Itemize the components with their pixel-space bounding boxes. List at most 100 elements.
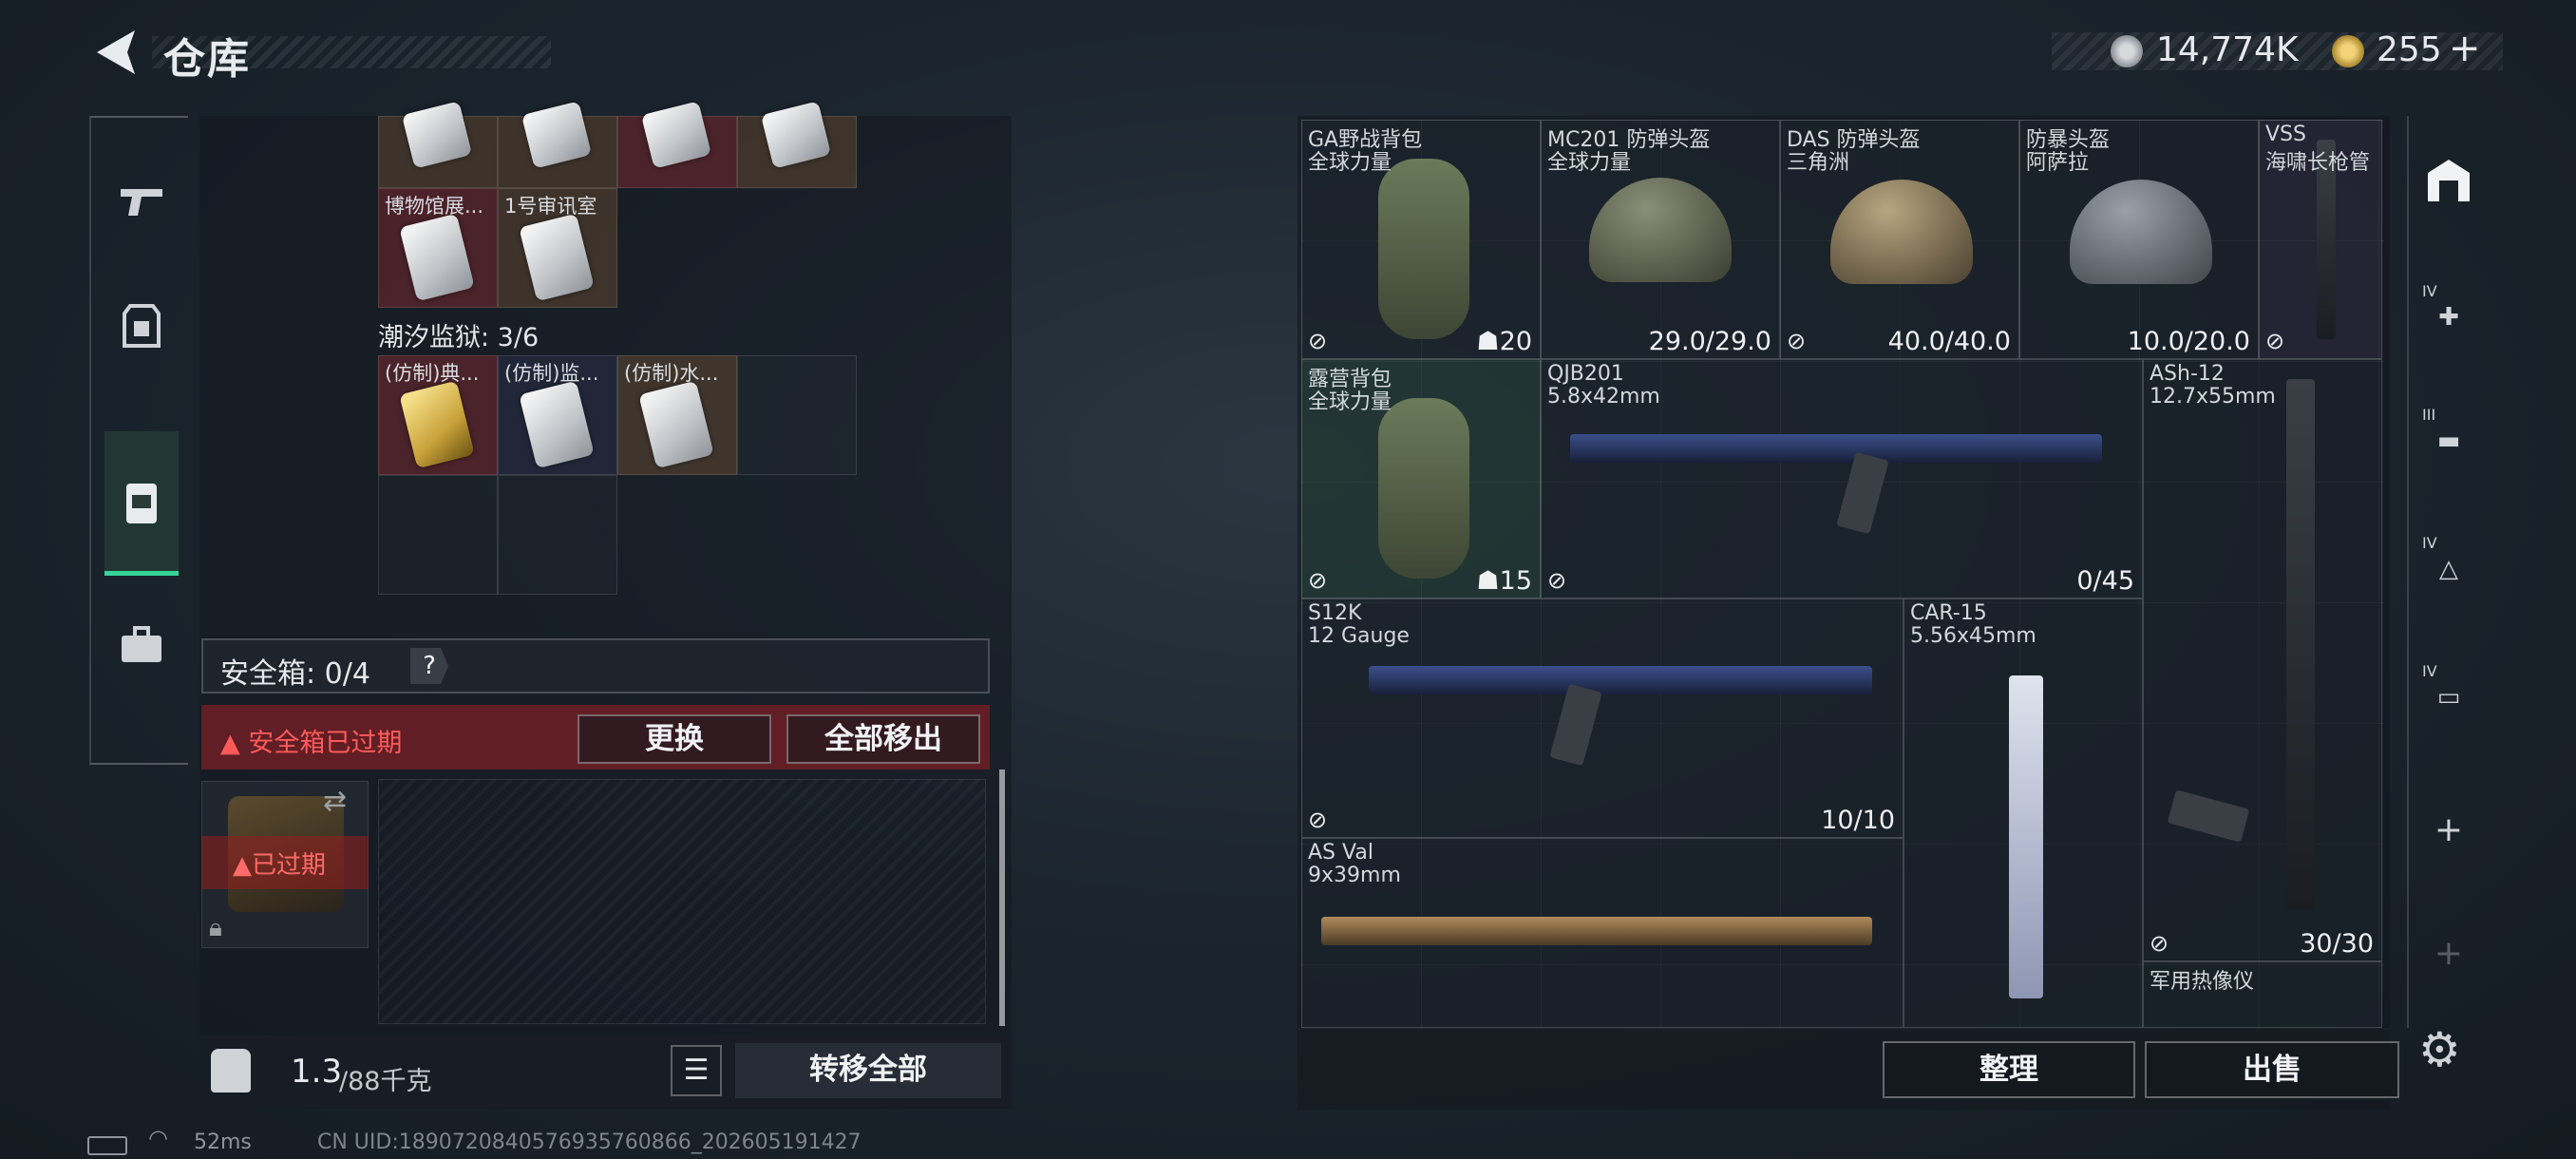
inventory-slot[interactable] xyxy=(737,101,857,188)
no-sell-icon: ⊘ xyxy=(2150,930,2169,957)
item-sub: 12 Gauge xyxy=(1308,624,1410,648)
item-name: QJB201 xyxy=(1547,362,1624,386)
inventory-slot[interactable]: 博物馆展... xyxy=(378,188,498,308)
item-sub: 5.56x45mm xyxy=(1910,624,2036,648)
rifle-icon xyxy=(1321,917,1872,945)
case-tab[interactable] xyxy=(104,608,179,682)
item-sub: 全球力量 xyxy=(1547,151,1632,175)
rifle-icon xyxy=(2009,675,2043,998)
stash-item-s12k[interactable]: S12K 12 Gauge ⊘ 10/10 xyxy=(1301,598,1904,838)
warning-text: 安全箱已过期 xyxy=(248,729,403,758)
tab-tier-medkit[interactable]: IV ✚ xyxy=(2418,283,2479,348)
plus-icon: + xyxy=(2434,810,2464,849)
item-sub: 阿萨拉 xyxy=(2026,151,2090,175)
helmet-icon xyxy=(1830,180,1973,284)
slot-label: (仿制)监... xyxy=(504,362,599,385)
inventory-slot[interactable] xyxy=(617,101,737,188)
helmet-icon xyxy=(1589,178,1732,282)
sort-button[interactable]: 整理 xyxy=(1883,1041,2135,1098)
stash-item-riot-helmet[interactable]: 防暴头盔 阿萨拉 10.0/20.0 xyxy=(2019,120,2259,359)
capacity-value: 20 xyxy=(1499,327,1532,356)
safebox-grid[interactable] xyxy=(378,779,986,1024)
replace-button[interactable]: 更换 xyxy=(578,714,771,764)
scrollbar[interactable] xyxy=(999,770,1005,1026)
add-tab-button[interactable]: + xyxy=(2418,800,2479,861)
rifle-icon xyxy=(1570,434,2102,463)
stash-item-das-helmet[interactable]: ⊘ DAS 防弹头盔 三角洲 40.0/40.0 xyxy=(1780,120,2019,359)
inventory-slot[interactable]: (仿制)典... xyxy=(378,355,498,475)
battery-icon xyxy=(87,1136,127,1155)
lock-icon: 🔒︎ xyxy=(209,914,222,942)
item-capacity: ☗15 xyxy=(1476,566,1532,596)
rifle-icon xyxy=(2286,379,2315,911)
stash-item-ga-backpack[interactable]: GA野战背包 全球力量 ⊘ ☗20 xyxy=(1301,120,1541,359)
no-sell-icon: ⊘ xyxy=(1308,567,1328,594)
empty-slot[interactable] xyxy=(498,475,617,595)
transfer-all-button[interactable]: 转移全部 xyxy=(735,1043,1001,1098)
item-ammo: 30/30 xyxy=(2300,929,2374,959)
stash-item-ash12[interactable]: ASh-12 12.7x55mm ⊘ 30/30 xyxy=(2143,359,2382,961)
no-sell-icon: ⊘ xyxy=(1787,328,1807,354)
weapon-tab[interactable] xyxy=(104,165,179,239)
slot-label: 1号审讯室 xyxy=(504,195,597,218)
tab-tier-rifle[interactable]: III ▬ xyxy=(2418,407,2479,471)
backpack-icon xyxy=(1378,159,1469,339)
stash-item-qjb201[interactable]: QJB201 5.8x42mm ⊘ 0/45 xyxy=(1541,359,2143,598)
safe-house-tab[interactable] xyxy=(2418,154,2479,215)
swap-icon[interactable]: ⇄ xyxy=(323,785,347,818)
inventory-slot[interactable]: (仿制)水... xyxy=(617,355,737,475)
inventory-slot[interactable]: 1号审讯室 xyxy=(498,188,617,308)
weight-value: 1.3 xyxy=(291,1053,343,1091)
coin-amount: 255 xyxy=(2377,30,2442,69)
sell-button[interactable]: 出售 xyxy=(2145,1041,2399,1098)
back-arrow-icon[interactable] xyxy=(85,25,142,80)
item-name: 军用热像仪 xyxy=(2150,970,2255,994)
empty-slot[interactable] xyxy=(378,475,498,595)
inventory-slot[interactable] xyxy=(498,101,617,188)
gear-icon[interactable]: ⚙ xyxy=(2418,1022,2461,1077)
stash-item-as-val[interactable]: AS Val 9x39mm xyxy=(1301,838,1904,1028)
stash-item-thermal-scope[interactable]: 军用热像仪 xyxy=(2143,961,2382,1028)
inventory-slot[interactable]: (仿制)监... xyxy=(498,355,617,475)
stash-item-mc201-helmet[interactable]: MC201 防弹头盔 全球力量 29.0/29.0 xyxy=(1541,120,1780,359)
capacity-value: 15 xyxy=(1499,566,1532,596)
list-view-icon[interactable]: ☰ xyxy=(671,1045,722,1096)
no-sell-icon: ⊘ xyxy=(1308,328,1328,354)
armor-tab[interactable] xyxy=(104,289,179,363)
armor-icon: △ xyxy=(2439,555,2458,583)
keycard-icon xyxy=(640,101,712,169)
backpack-tab[interactable] xyxy=(104,431,179,576)
slot-label: (仿制)水... xyxy=(624,362,719,385)
keycard-icon xyxy=(401,101,473,169)
stash-item-vss-barrel[interactable]: VSS 海啸长枪管 ⊘ xyxy=(2259,120,2382,359)
add-currency-button[interactable]: + xyxy=(2449,27,2481,70)
keycard-icon xyxy=(399,213,475,302)
armor-icon xyxy=(123,304,161,348)
no-sell-icon: ⊘ xyxy=(1547,567,1567,594)
keycard-icon xyxy=(521,101,593,169)
item-name: VSS xyxy=(2265,123,2306,146)
tab-tier-case[interactable]: IV ▭ xyxy=(2418,663,2479,728)
expired-label: ▲已过期 xyxy=(233,846,326,881)
money-icon xyxy=(2111,35,2143,67)
empty-slot[interactable] xyxy=(737,355,857,475)
tab-tier-armor[interactable]: IV △ xyxy=(2418,535,2479,599)
medkit-icon: ✚ xyxy=(2438,303,2459,332)
item-durability: 10.0/20.0 xyxy=(2127,327,2250,356)
stash-item-camping-backpack[interactable]: 露营背包 全球力量 ⊘ ☗15 xyxy=(1301,359,1541,598)
keycard-icon xyxy=(519,213,595,302)
helmet-icon xyxy=(2070,180,2212,284)
item-ammo: 0/45 xyxy=(2076,566,2134,596)
inventory-slot[interactable] xyxy=(378,101,498,188)
pistol-icon xyxy=(121,189,162,216)
no-sell-icon: ⊘ xyxy=(2265,328,2285,354)
stash-item-car15[interactable]: CAR-15 5.56x45mm xyxy=(1904,598,2143,1028)
keycard-icon xyxy=(638,380,714,469)
weight-max: /88千克 xyxy=(339,1067,432,1096)
help-button[interactable]: ? xyxy=(410,648,448,684)
expired-text: 已过期 xyxy=(252,851,327,880)
move-all-out-button[interactable]: 全部移出 xyxy=(786,714,980,764)
add-tab-button-disabled[interactable]: + xyxy=(2418,923,2479,984)
capacity-icon: ☗ xyxy=(1476,566,1500,596)
tier-label: IV xyxy=(2422,662,2437,680)
